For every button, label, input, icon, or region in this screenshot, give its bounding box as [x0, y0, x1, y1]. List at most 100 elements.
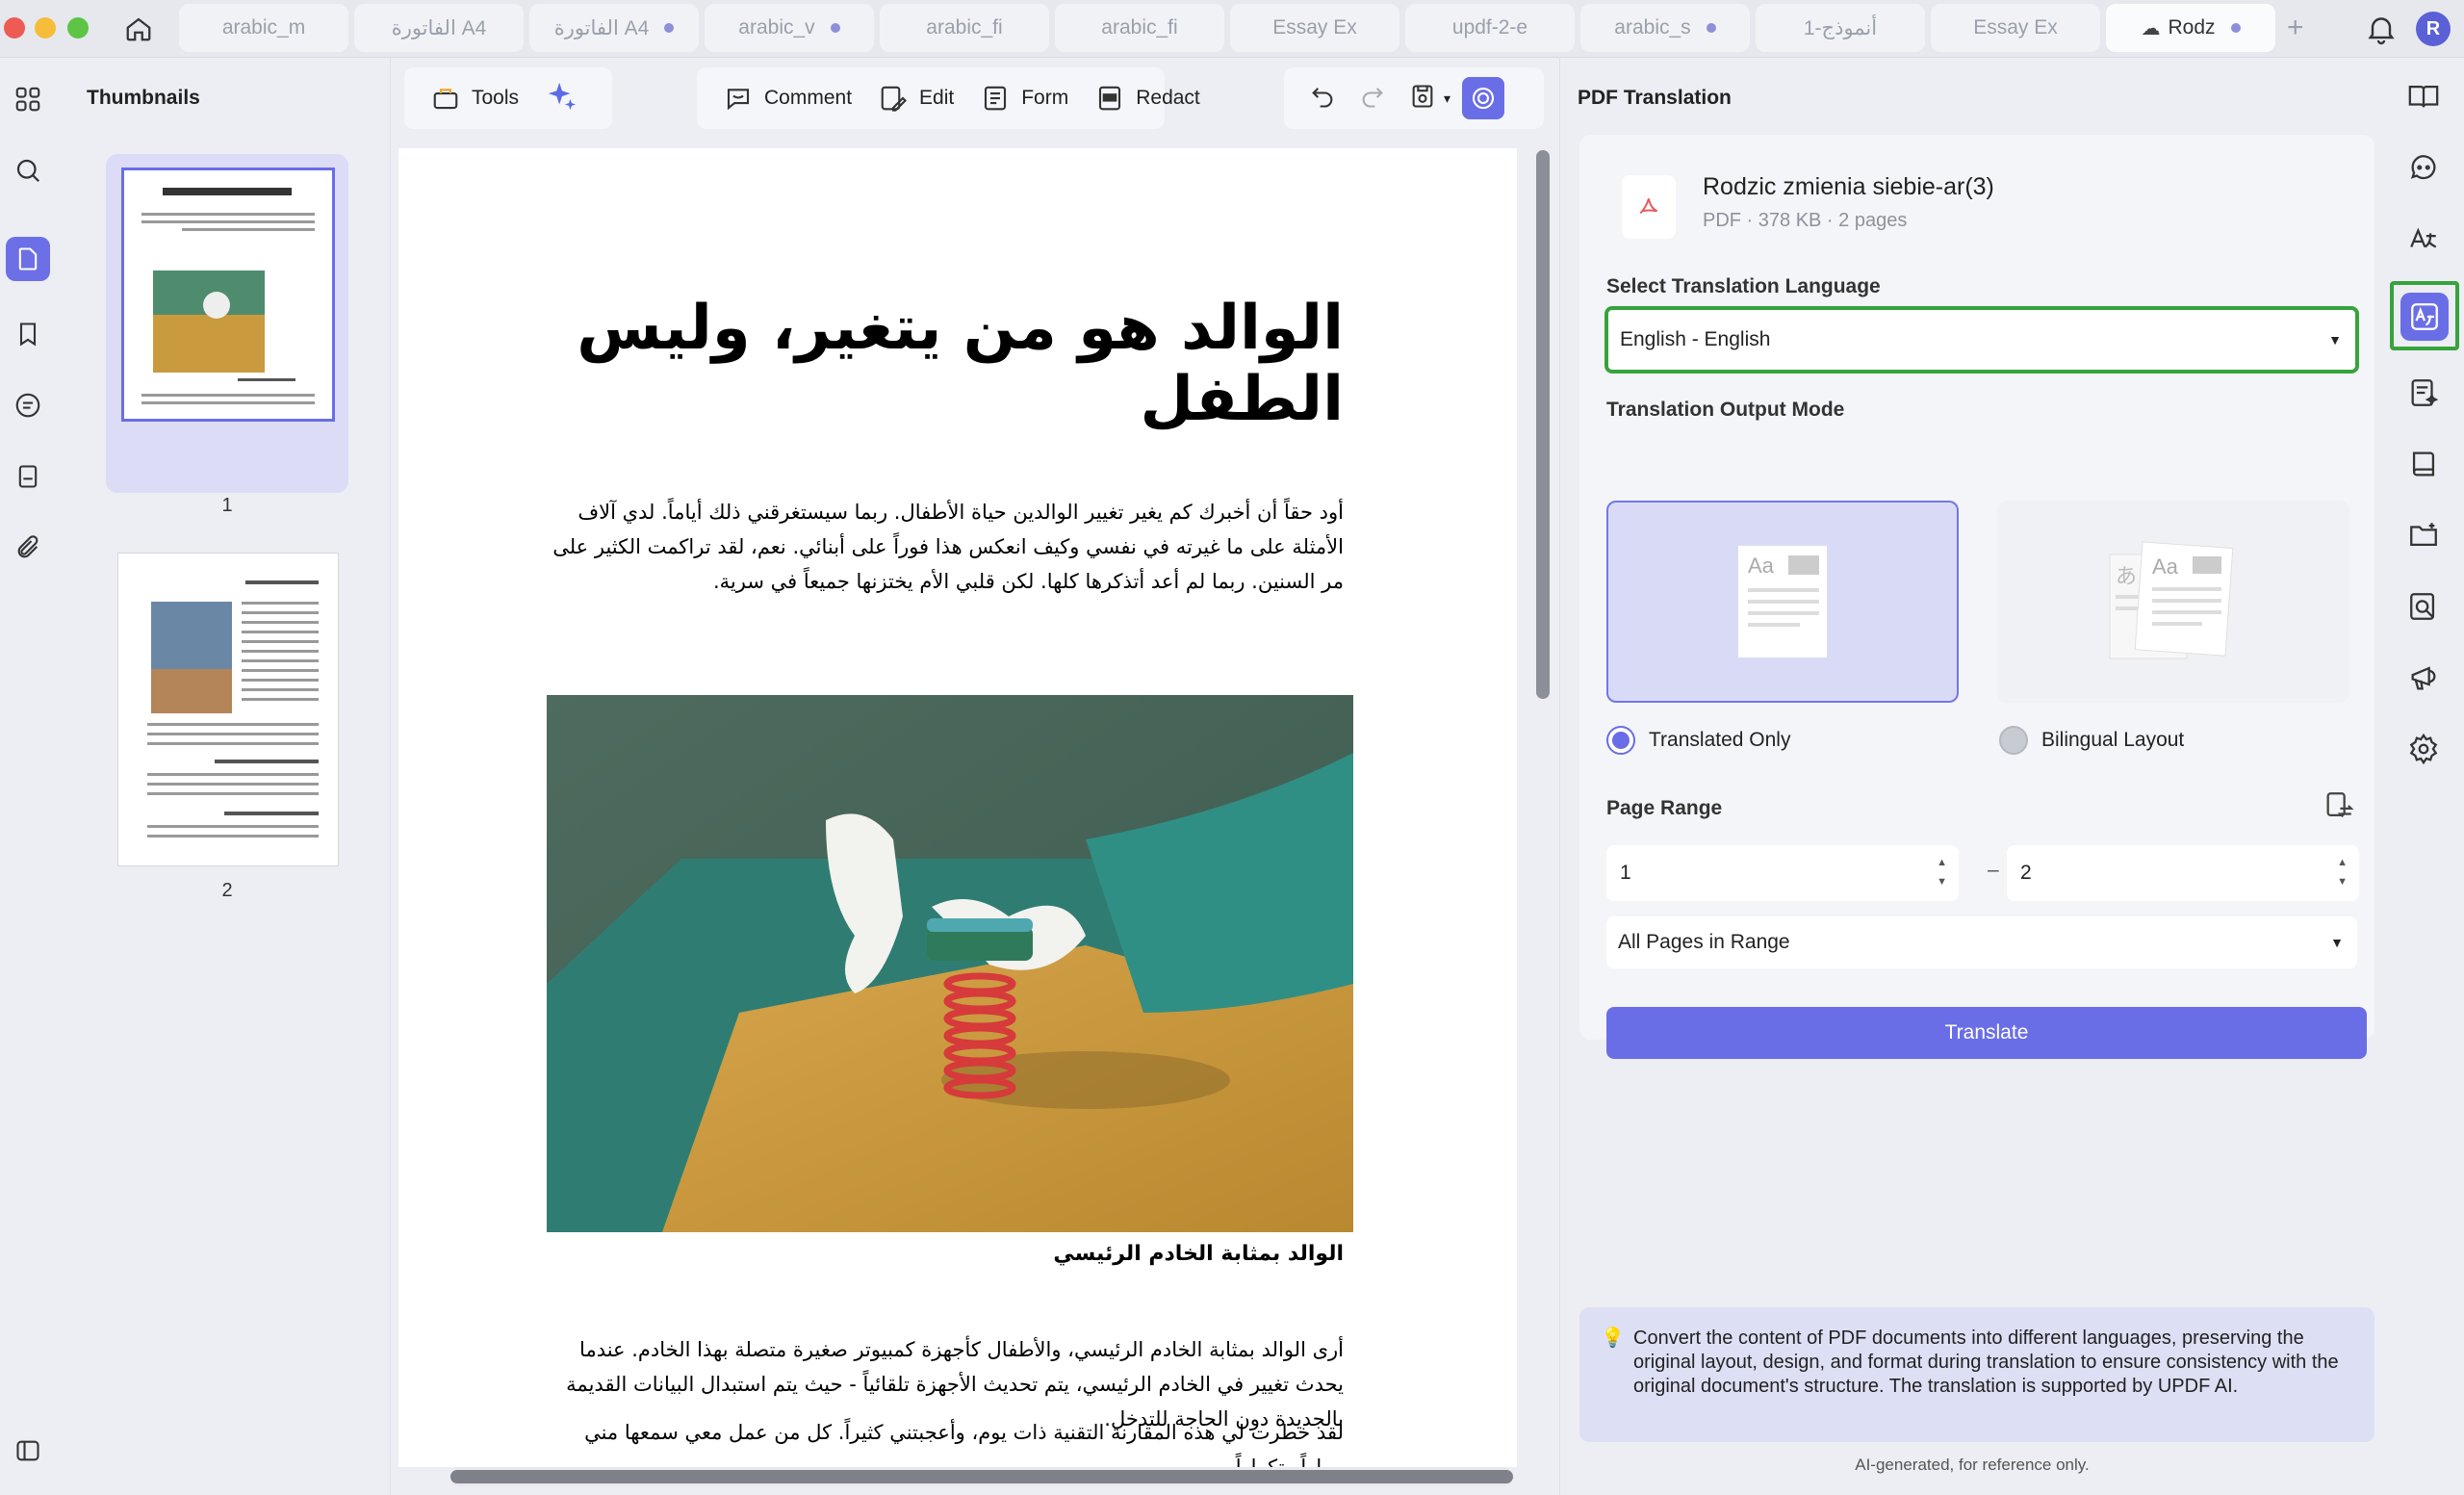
range-separator: – — [1988, 859, 1999, 881]
range-option-select[interactable]: All Pages in Range ▼ — [1606, 916, 2357, 968]
ai-summary-icon[interactable] — [2400, 370, 2447, 416]
tab-document[interactable]: الفاتورة A4 — [354, 4, 524, 52]
user-avatar[interactable]: R — [2416, 12, 2451, 46]
radio-unselected-icon — [1999, 726, 2028, 755]
thumbnails-page-icon[interactable] — [6, 237, 50, 281]
vertical-scroll-thumb[interactable] — [1536, 150, 1550, 699]
presentation-icon[interactable] — [2400, 655, 2447, 701]
tab-document[interactable]: Essay Ex — [1230, 4, 1399, 52]
close-window-button[interactable] — [4, 17, 25, 39]
thumbnail-page-2[interactable] — [117, 553, 339, 866]
svg-text:あ: あ — [2116, 565, 2137, 589]
language-label: Select Translation Language — [1606, 275, 1881, 297]
radio-selected-icon — [1606, 726, 1635, 755]
translated-only-card[interactable]: Aa — [1606, 501, 1959, 703]
right-tool-rail — [2383, 58, 2464, 1495]
translated-only-radio[interactable]: Translated Only — [1606, 726, 1790, 755]
batch-folder-icon[interactable] — [2400, 512, 2447, 558]
chevron-down-icon: ▼ — [2328, 332, 2342, 348]
new-tab-button[interactable]: + — [2287, 12, 2304, 44]
playground-spring-horse-image — [547, 695, 1353, 1232]
undo-icon[interactable] — [1309, 83, 1336, 115]
tab-document[interactable]: arabic_fi — [1055, 4, 1224, 52]
pdf-translation-icon[interactable] — [2400, 293, 2449, 341]
left-tool-rail — [0, 58, 60, 1495]
lightbulb-icon: 💡 — [1601, 1327, 1625, 1349]
comments-icon[interactable] — [6, 383, 50, 427]
tab-document[interactable]: الفاتورة A4 — [529, 4, 699, 52]
thumbnail-page-1[interactable] — [121, 168, 335, 422]
reader-mode-icon[interactable] — [2400, 73, 2447, 119]
unsaved-dot-icon — [1706, 23, 1716, 33]
save-icon[interactable] — [1409, 83, 1436, 115]
tab-document[interactable]: updf-2-e — [1405, 4, 1575, 52]
document-paragraph: أود حقاً أن أخبرك كم يغير تغيير الوالدين… — [552, 501, 1344, 593]
chevron-down-icon: ▼ — [2330, 935, 2344, 950]
tools-button[interactable]: Tools — [431, 84, 519, 113]
ai-assistant-icon[interactable] — [1462, 77, 1505, 119]
range-from-input[interactable]: 1 ▲ ▼ — [1606, 845, 1959, 901]
comment-button[interactable]: Comment — [724, 84, 852, 113]
thumbnails-title: Thumbnails — [87, 87, 200, 109]
pdf-translation-panel: PDF Translation Rodzic zmienia siebie-ar… — [1559, 58, 2383, 1495]
attachment-icon[interactable] — [6, 526, 50, 570]
main-toolbar: Tools Comment Edit Form Redact ▾ — [391, 58, 1559, 141]
redact-button[interactable]: Redact — [1095, 84, 1200, 113]
range-to-input[interactable]: 2 ▲ ▼ — [2007, 845, 2359, 901]
unsaved-dot-icon — [830, 23, 840, 33]
document-viewport: الوالد هو من يتغير، وليس الطفل أود حقاً … — [391, 141, 1559, 1495]
file-name: Rodzic zmienia siebie-ar(3) — [1703, 173, 1994, 200]
tools-group: Tools — [404, 67, 612, 129]
zoom-window-button[interactable] — [67, 17, 89, 39]
panel-title: PDF Translation — [1578, 87, 1732, 109]
translation-card: Rodzic zmienia siebie-ar(3) PDF · 378 KB… — [1579, 135, 2374, 1059]
tab-document[interactable]: arabic_s — [1580, 4, 1750, 52]
tab-active-document[interactable]: ☁ Rodz — [2106, 4, 2275, 52]
file-meta: PDF · 378 KB · 2 pages — [1703, 210, 1908, 231]
home-icon[interactable] — [119, 12, 158, 46]
apps-grid-icon[interactable] — [6, 77, 50, 121]
tab-document[interactable]: arabic_fi — [880, 4, 1049, 52]
tab-document[interactable]: Essay Ex — [1931, 4, 2100, 52]
language-select[interactable]: English - English ▼ — [1604, 306, 2359, 374]
document-paragraph: لقد خطرت لي هذه المقارنة التقنية ذات يوم… — [584, 1421, 1344, 1467]
tab-document[interactable]: arabic_m — [179, 4, 348, 52]
svg-text:Aa: Aa — [2152, 554, 2179, 579]
chevron-down-icon[interactable]: ▾ — [1444, 90, 1450, 107]
bilingual-layout-radio[interactable]: Bilingual Layout — [1999, 726, 2184, 755]
stepper-icon[interactable]: ▲ ▼ — [1937, 853, 1947, 891]
pdf-page: الوالد هو من يتغير، وليس الطفل أود حقاً … — [398, 148, 1517, 1467]
tab-document[interactable]: أنموذج-1 — [1756, 4, 1925, 52]
settings-gear-icon[interactable] — [2400, 726, 2447, 772]
unsaved-dot-icon — [2230, 23, 2241, 33]
pages-icon[interactable] — [6, 454, 50, 499]
ocr-scan-icon[interactable] — [2400, 583, 2447, 630]
ai-chat-icon[interactable] — [2400, 144, 2447, 191]
sidebar-toggle-icon[interactable] — [6, 1429, 50, 1473]
svg-text:Aa: Aa — [1748, 554, 1775, 578]
edit-button[interactable]: Edit — [879, 84, 954, 113]
notification-bell-icon[interactable] — [2364, 12, 2399, 46]
redo-icon[interactable] — [1359, 83, 1386, 115]
output-mode-label: Translation Output Mode — [1606, 399, 1845, 421]
translate-button[interactable]: Translate — [1606, 1007, 2367, 1059]
bilingual-layout-card[interactable]: あ Aa — [1997, 501, 2349, 703]
cloud-icon: ☁ — [2141, 17, 2161, 39]
tab-document[interactable]: arabic_v — [705, 4, 874, 52]
horizontal-scrollbar[interactable] — [450, 1467, 1513, 1486]
minimize-window-button[interactable] — [35, 17, 56, 39]
bookmark-icon[interactable] — [6, 312, 50, 356]
thumbnails-panel: Thumbnails 1 2 — [60, 58, 391, 1495]
form-button[interactable]: Form — [981, 84, 1068, 113]
search-icon[interactable] — [6, 148, 50, 193]
horizontal-scroll-thumb[interactable] — [450, 1470, 1513, 1483]
book-icon[interactable] — [2400, 441, 2447, 487]
translate-text-icon[interactable] — [2400, 216, 2447, 262]
vertical-scrollbar[interactable] — [1534, 148, 1552, 1477]
pdf-file-icon — [1622, 175, 1676, 239]
page-range-swap-icon[interactable] — [2323, 789, 2355, 827]
ai-sparkle-icon[interactable] — [546, 80, 578, 117]
thumbnail-page-number: 1 — [221, 495, 233, 516]
document-title: الوالد هو من يتغير، وليس الطفل — [577, 293, 1344, 435]
stepper-icon[interactable]: ▲ ▼ — [2337, 853, 2348, 891]
